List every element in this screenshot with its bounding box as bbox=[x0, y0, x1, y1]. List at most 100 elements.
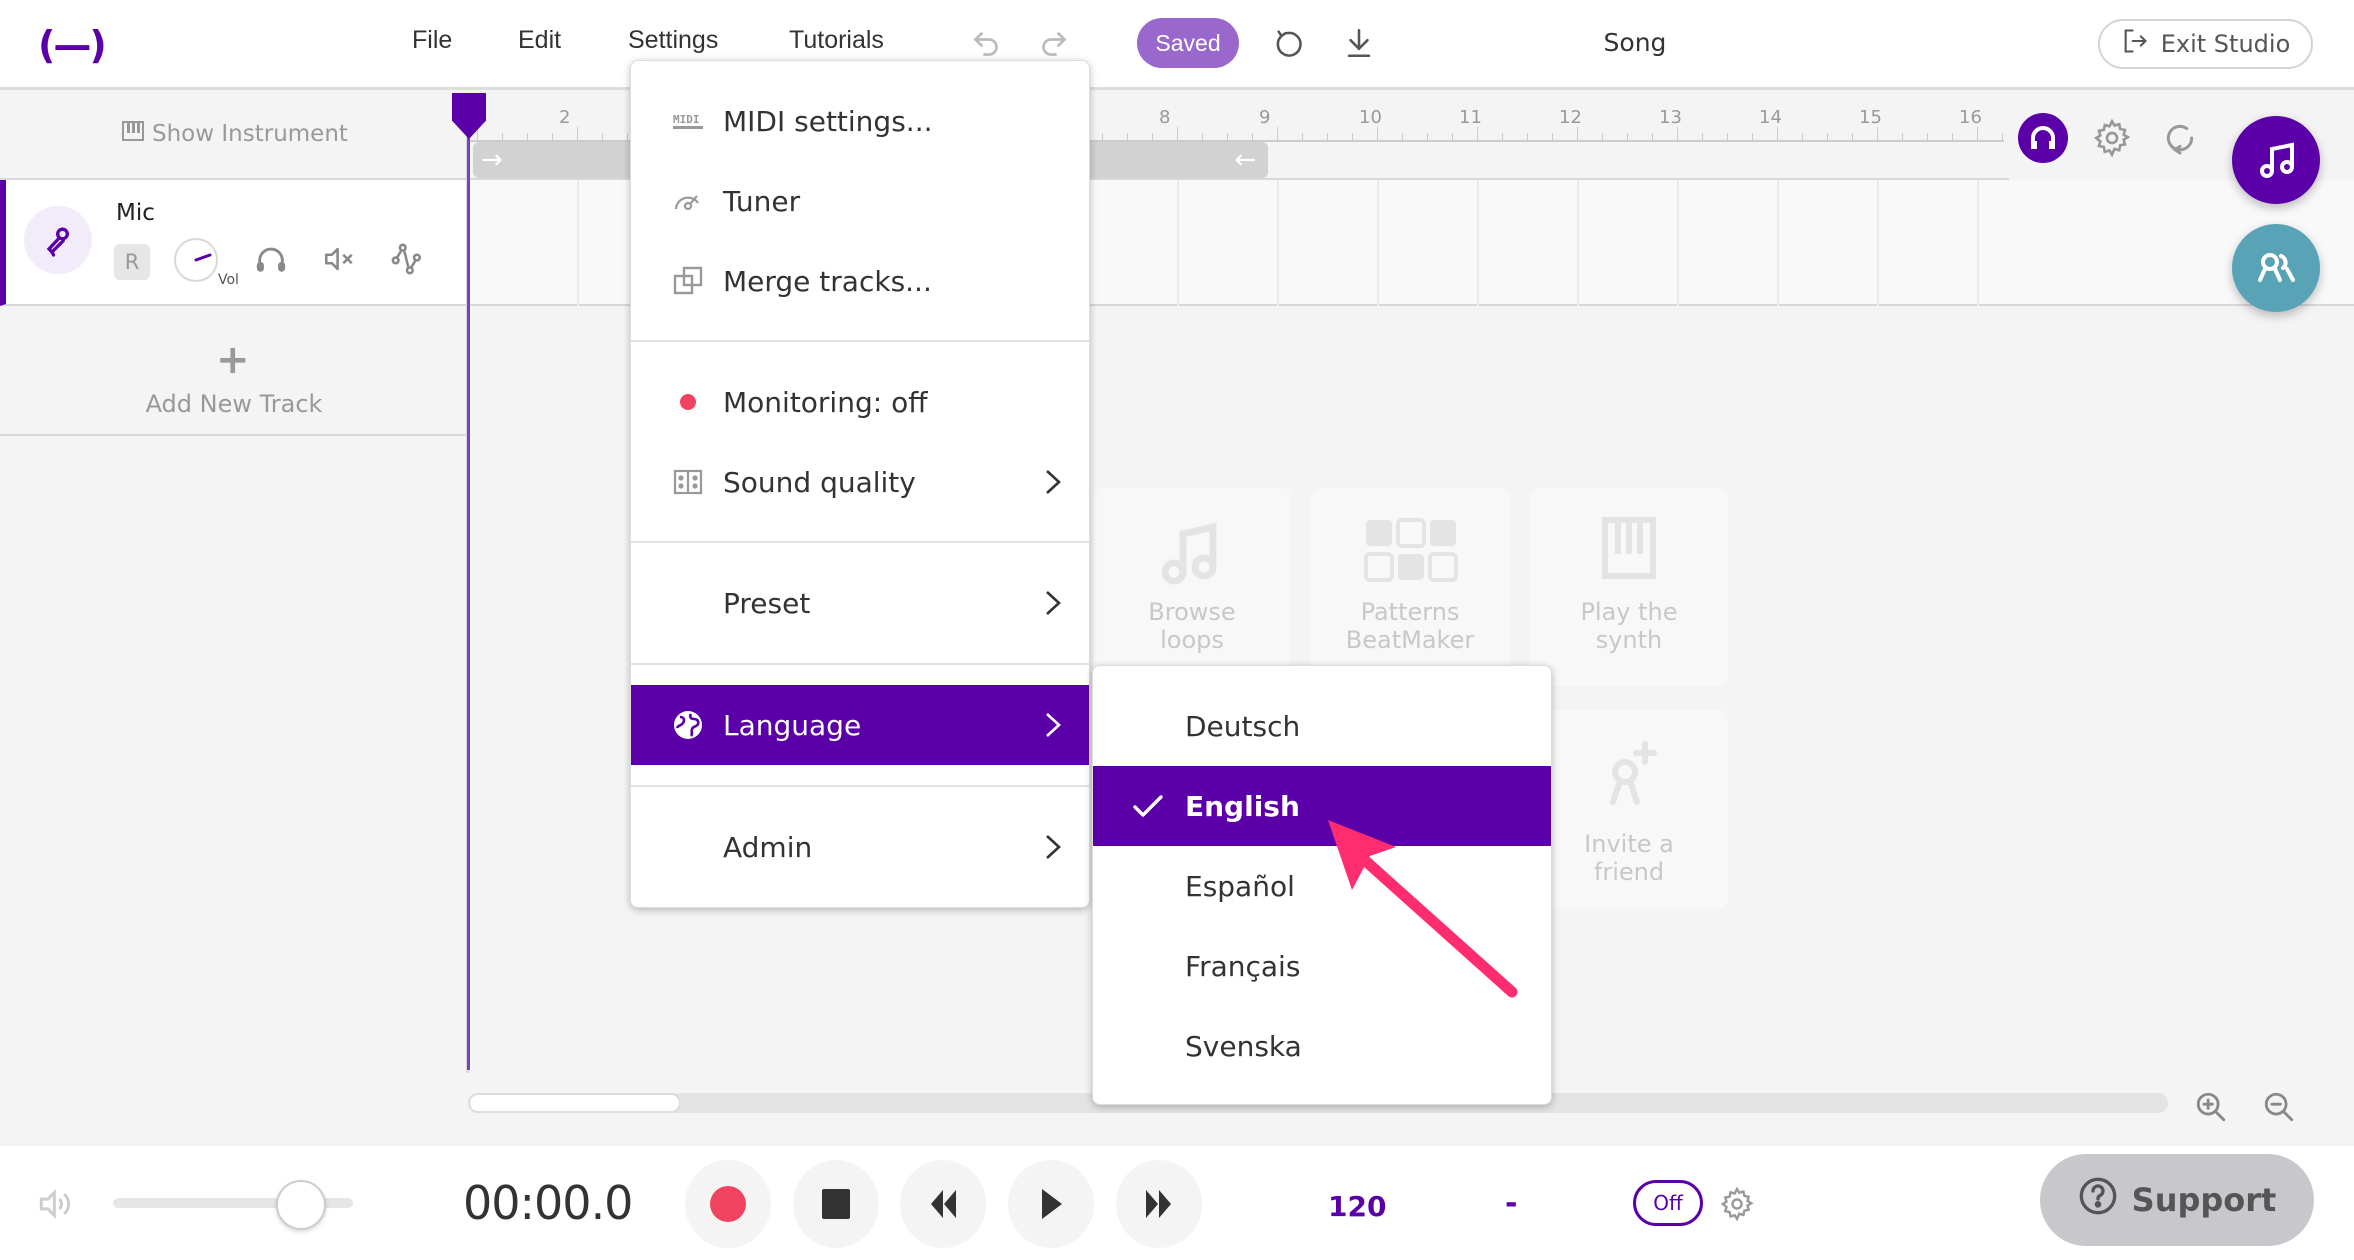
ruler-tick-minor bbox=[1352, 133, 1353, 141]
ruler-tick-minor bbox=[1552, 133, 1553, 141]
sound-library-button[interactable] bbox=[2232, 116, 2320, 204]
headphones-icon[interactable] bbox=[254, 242, 290, 278]
menu-edit[interactable]: Edit bbox=[518, 26, 561, 55]
bar-grid-line bbox=[577, 180, 579, 306]
ruler-tick-major bbox=[1577, 127, 1578, 141]
menu-item-tuner[interactable]: Tuner bbox=[631, 161, 1089, 241]
top-bar: (—) File Edit Settings Tutorials Saved S… bbox=[0, 0, 2354, 90]
menu-file[interactable]: File bbox=[412, 26, 452, 55]
ruler-tick-major bbox=[1377, 127, 1378, 141]
help-icon bbox=[2078, 1176, 2118, 1224]
tempo-bpm[interactable]: 120 bbox=[1328, 1190, 1386, 1223]
record-arm-button[interactable]: R bbox=[114, 244, 150, 280]
bar-grid-line bbox=[1677, 180, 1679, 306]
playhead-line[interactable] bbox=[467, 130, 470, 1070]
ruler-tick-minor bbox=[1152, 133, 1153, 141]
ruler-tick-major bbox=[577, 127, 578, 141]
track-row[interactable]: Mic R Vol bbox=[0, 180, 468, 306]
ruler-tick-major bbox=[1277, 127, 1278, 141]
fast-forward-button[interactable] bbox=[1116, 1160, 1202, 1248]
download-icon[interactable] bbox=[1342, 26, 1378, 62]
ruler-tick-minor bbox=[1202, 133, 1203, 141]
loop-start-arrow-icon[interactable]: → bbox=[481, 142, 503, 178]
app-logo[interactable]: (—) bbox=[38, 20, 107, 70]
master-volume-thumb[interactable] bbox=[276, 1180, 326, 1230]
menu-tutorials[interactable]: Tutorials bbox=[789, 26, 884, 55]
monitor-headphones-icon[interactable] bbox=[2018, 113, 2068, 163]
ruler-bar-number: 15 bbox=[1859, 107, 1882, 128]
loop-end-arrow-icon[interactable]: ← bbox=[1234, 142, 1256, 178]
project-title[interactable]: Song bbox=[1560, 28, 1710, 57]
save-status-badge: Saved bbox=[1137, 18, 1239, 68]
browse-loops-tile[interactable]: Browse loops bbox=[1093, 488, 1291, 686]
beatmaker-tile[interactable]: Patterns BeatMaker bbox=[1311, 488, 1509, 686]
master-volume-icon[interactable] bbox=[36, 1186, 76, 1222]
language-option-english[interactable]: English bbox=[1093, 766, 1551, 846]
menu-settings[interactable]: Settings bbox=[628, 26, 718, 55]
timeline-settings-gear-icon[interactable] bbox=[2087, 113, 2137, 163]
language-submenu: Deutsch English Español Français Svenska bbox=[1092, 665, 1552, 1105]
record-button[interactable] bbox=[685, 1160, 771, 1248]
language-option-espanol[interactable]: Español bbox=[1093, 846, 1551, 926]
sound-quality-icon bbox=[671, 465, 705, 499]
add-new-track-button[interactable]: + Add New Track bbox=[0, 308, 468, 436]
play-synth-tile[interactable]: Play the synth bbox=[1530, 488, 1728, 686]
zoom-out-icon[interactable] bbox=[2262, 1090, 2296, 1124]
menu-item-preset[interactable]: Preset bbox=[631, 563, 1089, 643]
mic-icon[interactable] bbox=[24, 206, 92, 274]
scrollbar-thumb[interactable] bbox=[468, 1093, 681, 1113]
mute-icon[interactable] bbox=[322, 242, 358, 278]
menu-item-merge-tracks[interactable]: Merge tracks... bbox=[631, 241, 1089, 321]
chevron-right-icon bbox=[1041, 710, 1065, 740]
ruler-tick-minor bbox=[1127, 133, 1128, 141]
exit-studio-button[interactable]: Exit Studio bbox=[2098, 19, 2313, 69]
pads-grid-icon bbox=[1364, 518, 1458, 582]
play-icon bbox=[1042, 1189, 1062, 1219]
ruler-tick-minor bbox=[1402, 133, 1403, 141]
settings-menu: MIDI MIDI settings... Tuner Merge tracks… bbox=[630, 60, 1090, 908]
rewind-button[interactable] bbox=[900, 1160, 986, 1248]
menu-item-midi-settings[interactable]: MIDI MIDI settings... bbox=[631, 81, 1089, 161]
ruler-tick-minor bbox=[1452, 133, 1453, 141]
zoom-in-icon[interactable] bbox=[2194, 1090, 2228, 1124]
play-button[interactable] bbox=[1008, 1160, 1094, 1248]
ruler-tick-minor bbox=[1652, 133, 1653, 141]
effects-icon[interactable] bbox=[390, 242, 426, 278]
language-option-deutsch[interactable]: Deutsch bbox=[1093, 686, 1551, 766]
chevron-right-icon bbox=[1041, 467, 1065, 497]
collaborators-button[interactable] bbox=[2232, 224, 2320, 312]
svg-text:MIDI: MIDI bbox=[673, 113, 700, 126]
language-option-svenska[interactable]: Svenska bbox=[1093, 1006, 1551, 1086]
menu-separator bbox=[631, 785, 1089, 787]
support-button[interactable]: Support bbox=[2040, 1154, 2314, 1246]
fast-forward-icon bbox=[1146, 1190, 1171, 1218]
history-icon[interactable] bbox=[1273, 26, 1309, 62]
ruler-tick-minor bbox=[2002, 133, 2003, 141]
redo-icon[interactable] bbox=[1036, 26, 1072, 62]
ruler-tick-minor bbox=[1502, 133, 1503, 141]
loop-toggle-icon[interactable] bbox=[2155, 113, 2205, 163]
menu-item-monitoring[interactable]: Monitoring: off bbox=[631, 362, 1089, 442]
undo-icon[interactable] bbox=[968, 26, 1004, 62]
volume-knob[interactable] bbox=[174, 238, 218, 282]
show-instrument-button[interactable]: Show Instrument bbox=[122, 121, 348, 147]
metronome-settings-gear-icon[interactable] bbox=[1719, 1186, 1759, 1226]
bar-grid-line bbox=[1977, 180, 1979, 306]
ruler-tick-minor bbox=[1252, 133, 1253, 141]
track-name[interactable]: Mic bbox=[116, 200, 155, 226]
language-option-francais[interactable]: Français bbox=[1093, 926, 1551, 1006]
metronome-toggle[interactable]: Off bbox=[1633, 1180, 1703, 1226]
ruler-tick-minor bbox=[1302, 133, 1303, 141]
ruler-tick-minor bbox=[1427, 133, 1428, 141]
ruler-tick-minor bbox=[1602, 133, 1603, 141]
menu-item-sound-quality[interactable]: Sound quality bbox=[631, 442, 1089, 522]
menu-item-admin[interactable]: Admin bbox=[631, 807, 1089, 887]
stop-button[interactable] bbox=[793, 1160, 879, 1248]
ruler-bar-number: 13 bbox=[1659, 107, 1682, 128]
ruler-tick-minor bbox=[502, 133, 503, 141]
music-note-icon bbox=[1161, 522, 1217, 585]
menu-separator bbox=[631, 663, 1089, 665]
key-signature[interactable]: - bbox=[1505, 1186, 1517, 1221]
menu-item-language[interactable]: Language bbox=[631, 685, 1089, 765]
invite-friend-tile[interactable]: Invite a friend bbox=[1530, 710, 1728, 908]
